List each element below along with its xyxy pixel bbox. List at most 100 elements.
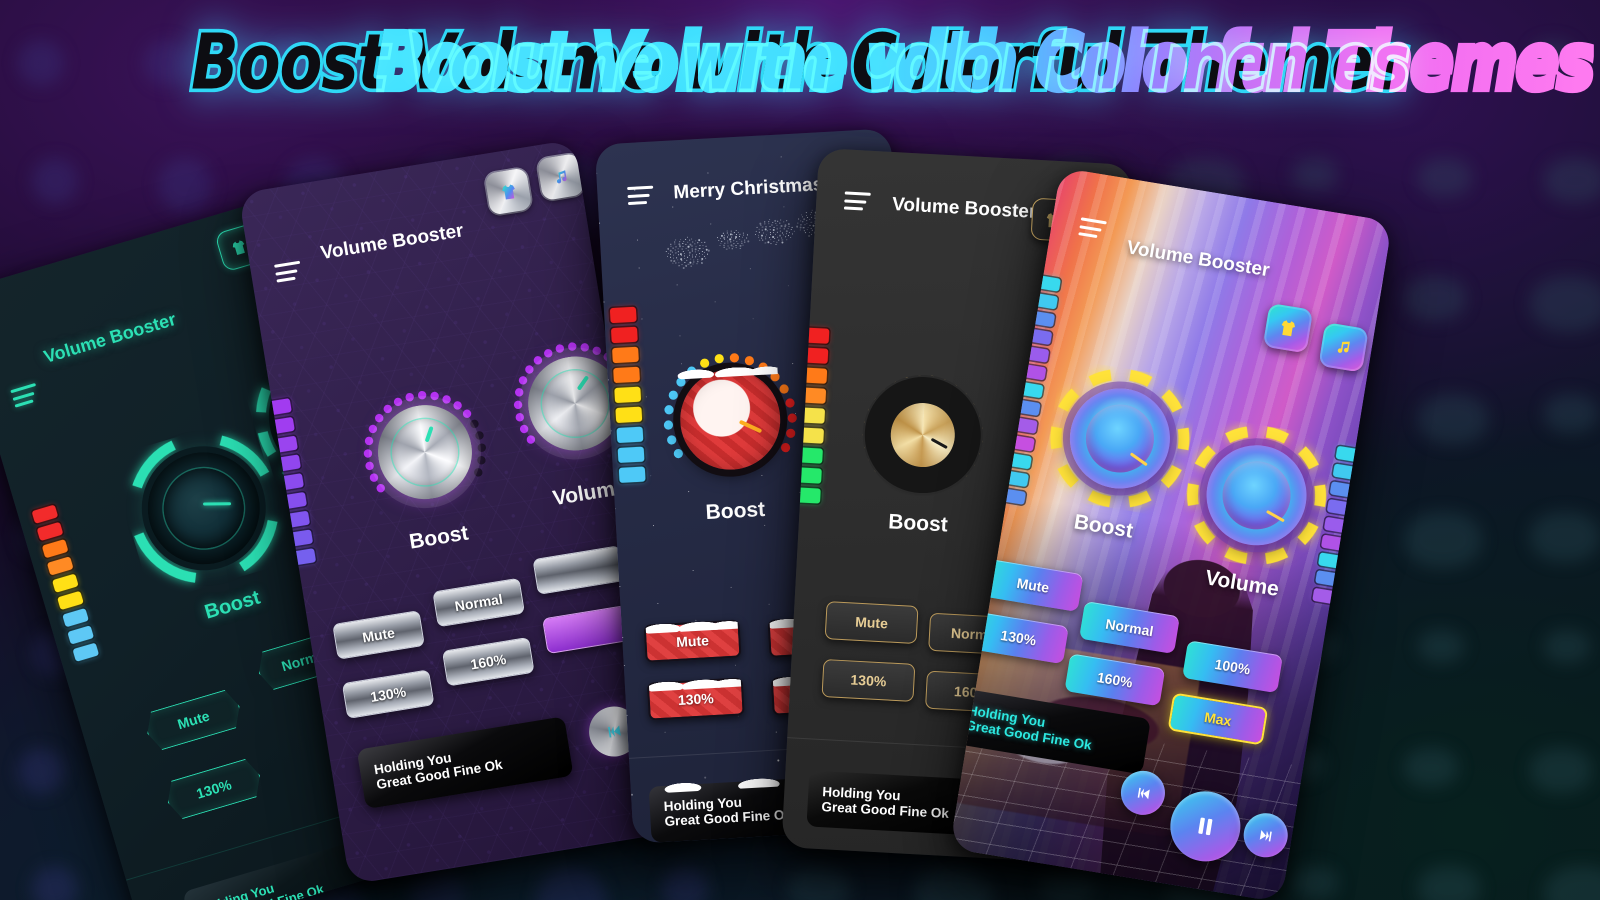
vu-bar <box>615 406 643 424</box>
sleigh-particle <box>777 236 779 238</box>
star <box>704 776 707 779</box>
sleigh-particle <box>799 226 802 229</box>
star <box>645 396 647 398</box>
sleigh-particle <box>667 252 669 254</box>
sleigh-particle <box>691 238 693 240</box>
sleigh-particle <box>804 232 806 234</box>
sleigh-particle <box>763 221 765 223</box>
sleigh-particle <box>765 225 767 227</box>
hamburger-menu-icon[interactable] <box>10 382 40 408</box>
star <box>630 793 633 796</box>
sleigh-particle <box>782 234 784 236</box>
sleigh-particle <box>702 244 704 247</box>
sleigh-particle <box>688 249 690 251</box>
sleigh-particle <box>807 226 809 229</box>
sleigh-particle <box>684 252 686 254</box>
sleigh-particle <box>674 241 676 243</box>
sleigh-particle <box>698 255 701 258</box>
vu-bar <box>610 326 638 344</box>
preset-130-button[interactable]: 130% <box>646 675 745 721</box>
sleigh-particle <box>759 222 762 225</box>
sleigh-particle <box>770 242 772 244</box>
sleigh-particle <box>691 245 693 247</box>
sleigh-particle <box>670 245 672 247</box>
sleigh-particle <box>676 259 679 261</box>
sleigh-particle <box>775 243 777 245</box>
sleigh-particle <box>791 226 793 228</box>
sleigh-particle <box>690 265 692 267</box>
sleigh-particle <box>777 239 779 241</box>
sleigh-particle <box>727 242 729 244</box>
preset-130-button[interactable]: 130% <box>162 756 265 822</box>
sleigh-particle <box>676 256 678 258</box>
sleigh-particle <box>733 240 735 242</box>
vu-bar <box>609 306 637 324</box>
vu-bar <box>46 556 74 576</box>
mute-button[interactable]: Mute <box>982 558 1084 612</box>
preset-130-button[interactable]: 130% <box>821 659 916 702</box>
sleigh-particle <box>809 224 811 226</box>
sleigh-particle <box>723 234 726 236</box>
volume-knob[interactable] <box>1176 415 1337 576</box>
mute-button[interactable]: Mute <box>643 617 742 663</box>
star <box>638 267 640 269</box>
vu-bar <box>36 521 64 542</box>
sleigh-particle <box>702 247 704 250</box>
star <box>650 475 652 477</box>
sleigh-particle <box>772 232 775 234</box>
boost-knob[interactable] <box>353 380 498 525</box>
mute-button[interactable]: Mute <box>824 601 919 645</box>
sleigh-particle <box>723 236 725 239</box>
boost-knob-pointer <box>739 419 763 433</box>
mute-button[interactable]: Mute <box>142 687 245 753</box>
sleigh-particle <box>703 255 706 257</box>
sleigh-particle <box>799 220 801 222</box>
boost-knob-dial <box>154 458 254 559</box>
theme-shirt-icon[interactable] <box>484 167 533 216</box>
star <box>657 602 659 605</box>
sleigh-particle <box>733 242 735 245</box>
sleigh-particle <box>682 243 684 245</box>
sleigh-particle <box>705 245 707 247</box>
sleigh-particle <box>785 230 788 233</box>
sleigh-particle <box>726 245 729 247</box>
app-title: Volume Booster <box>41 308 179 367</box>
sleigh-particle <box>784 223 787 226</box>
sleigh-particle <box>737 242 739 245</box>
sleigh-particle <box>782 221 784 223</box>
theme-shirt-icon[interactable] <box>1262 302 1314 354</box>
sleigh-particle <box>777 231 779 233</box>
sleigh-particle <box>726 240 728 242</box>
boost-knob[interactable] <box>854 367 991 504</box>
sleigh-particle <box>811 229 813 232</box>
boost-knob[interactable] <box>1040 358 1201 519</box>
sleigh-particle <box>782 232 784 234</box>
vu-bar <box>31 504 59 524</box>
sleigh-particle <box>674 239 676 241</box>
hamburger-menu-icon[interactable] <box>843 191 871 211</box>
star <box>622 636 624 639</box>
sleigh-particle <box>769 234 771 236</box>
sleigh-particle <box>695 245 697 247</box>
sleigh-particle <box>704 251 706 253</box>
star <box>664 731 666 733</box>
sleigh-particle <box>735 247 737 249</box>
vu-bar <box>613 366 640 384</box>
music-note-icon[interactable] <box>1318 322 1369 373</box>
star <box>641 318 643 320</box>
sleigh-particle <box>758 240 760 242</box>
sleigh-particle <box>807 234 811 237</box>
sleigh-particle <box>780 225 783 227</box>
sleigh-particle <box>790 229 792 231</box>
sleigh-particle <box>788 235 790 237</box>
sleigh-particle <box>721 240 723 242</box>
hamburger-menu-icon[interactable] <box>627 185 654 206</box>
sleigh-particle <box>800 213 803 216</box>
boost-knob[interactable] <box>656 346 804 494</box>
sleigh-particle <box>735 244 737 246</box>
star <box>752 318 754 320</box>
sleigh-particle <box>677 248 679 250</box>
sleigh-particle <box>733 231 735 233</box>
hamburger-menu-icon[interactable] <box>1078 217 1107 239</box>
star <box>653 525 655 527</box>
